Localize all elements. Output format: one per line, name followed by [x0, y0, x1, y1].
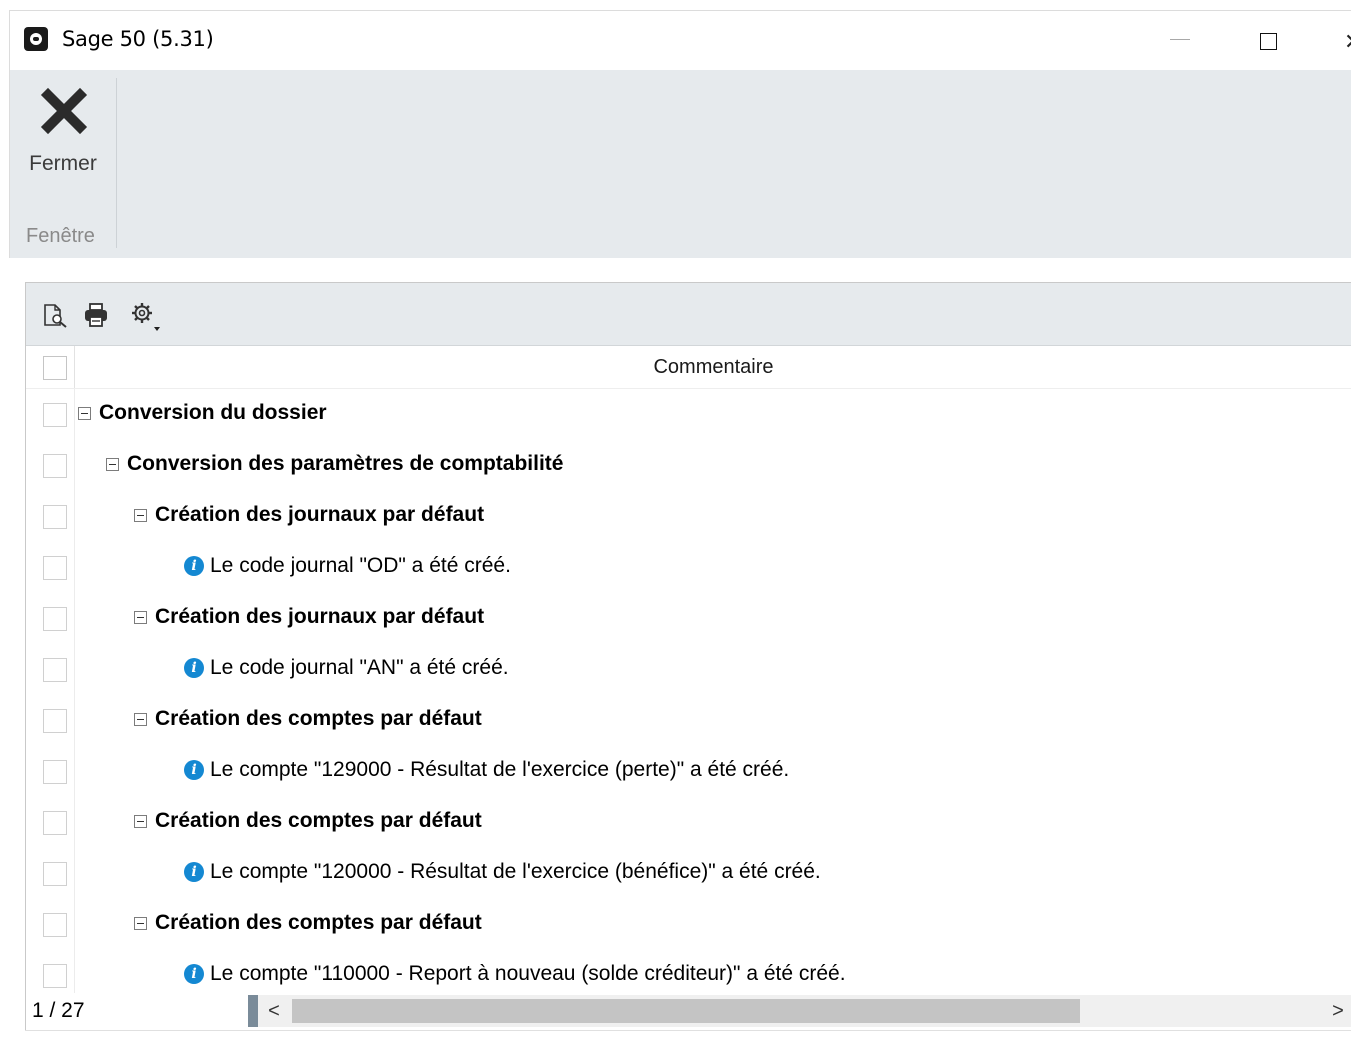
column-divider	[74, 593, 75, 644]
group-title: Conversion des paramètres de comptabilit…	[127, 452, 564, 475]
group-title: Conversion du dossier	[99, 401, 327, 424]
collapse-toggle-icon[interactable]	[134, 815, 147, 828]
maximize-icon[interactable]	[1260, 33, 1277, 50]
row-checkbox[interactable]	[43, 913, 67, 937]
horizontal-scrollbar[interactable]: < >	[258, 995, 1351, 1027]
tree-info-row[interactable]: i Le compte "110000 - Report à nouveau (s…	[26, 950, 1351, 993]
close-icon[interactable]: ✕	[1344, 29, 1351, 55]
counter-edge	[248, 995, 258, 1027]
minimize-icon[interactable]	[1170, 39, 1190, 40]
grid-header-row: Commentaire	[26, 346, 1351, 389]
log-message: Le code journal "AN" a été créé.	[210, 656, 509, 679]
group-title: Création des comptes par défaut	[155, 809, 482, 832]
tree-group-row[interactable]: Conversion du dossier	[26, 389, 1351, 440]
tree-group-row[interactable]: Conversion des paramètres de comptabilit…	[26, 440, 1351, 491]
row-checkbox[interactable]	[43, 454, 67, 478]
column-divider	[74, 899, 75, 950]
info-icon: i	[184, 556, 204, 576]
tree-group-row[interactable]: Création des journaux par défaut	[26, 593, 1351, 644]
row-checkbox[interactable]	[43, 505, 67, 529]
column-divider	[74, 746, 75, 797]
row-checkbox[interactable]	[43, 403, 67, 427]
grid-toolbar	[26, 283, 1351, 346]
collapse-toggle-icon[interactable]	[134, 509, 147, 522]
close-x-icon	[40, 87, 88, 135]
print-preview-icon[interactable]	[42, 303, 70, 329]
log-grid-panel: Commentaire Conversion du dossier Convers…	[25, 282, 1351, 1031]
row-checkbox[interactable]	[43, 556, 67, 580]
tree-info-row[interactable]: i Le compte "129000 - Résultat de l'exerc…	[26, 746, 1351, 797]
column-divider	[74, 491, 75, 542]
group-title: Création des comptes par défaut	[155, 707, 482, 730]
column-divider	[74, 389, 75, 440]
select-all-checkbox[interactable]	[43, 356, 67, 380]
sage-logo-icon	[24, 27, 48, 51]
collapse-toggle-icon[interactable]	[134, 917, 147, 930]
row-checkbox[interactable]	[43, 658, 67, 682]
group-title: Création des comptes par défaut	[155, 911, 482, 934]
window-title: Sage 50 (5.31)	[62, 27, 214, 51]
ribbon-separator	[116, 78, 117, 248]
tree-info-row[interactable]: i Le code journal "OD" a été créé.	[26, 542, 1351, 593]
scroll-right-arrow[interactable]: >	[1324, 995, 1351, 1027]
column-divider	[74, 542, 75, 593]
row-checkbox[interactable]	[43, 964, 67, 988]
scroll-left-arrow[interactable]: <	[258, 995, 290, 1027]
bottom-border	[25, 1030, 1351, 1031]
tree-group-row[interactable]: Création des comptes par défaut	[26, 797, 1351, 848]
close-window-button[interactable]: Fermer	[10, 70, 116, 200]
column-divider	[74, 644, 75, 695]
info-icon: i	[184, 658, 204, 678]
info-icon: i	[184, 862, 204, 882]
grid-rows: Conversion du dossier Conversion des para…	[26, 389, 1351, 993]
dropdown-arrow-icon	[154, 327, 160, 331]
collapse-toggle-icon[interactable]	[78, 407, 91, 420]
log-message: Le code journal "OD" a été créé.	[210, 554, 511, 577]
tree-group-row[interactable]: Création des journaux par défaut	[26, 491, 1351, 542]
column-divider	[74, 797, 75, 848]
group-title: Création des journaux par défaut	[155, 503, 485, 526]
log-message: Le compte "120000 - Résultat de l'exerci…	[210, 860, 821, 883]
record-counter: 1 / 27	[32, 999, 85, 1022]
tree-group-row[interactable]: Création des comptes par défaut	[26, 695, 1351, 746]
collapse-toggle-icon[interactable]	[134, 611, 147, 624]
info-icon: i	[184, 760, 204, 780]
ribbon-group-label: Fenêtre	[26, 225, 95, 247]
close-button-label: Fermer	[29, 152, 97, 175]
scroll-thumb[interactable]	[292, 999, 1080, 1023]
collapse-toggle-icon[interactable]	[134, 713, 147, 726]
info-icon: i	[184, 964, 204, 984]
collapse-toggle-icon[interactable]	[106, 458, 119, 471]
column-divider	[74, 848, 75, 899]
row-checkbox[interactable]	[43, 607, 67, 631]
tree-group-row[interactable]: Création des comptes par défaut	[26, 899, 1351, 950]
group-title: Création des journaux par défaut	[155, 605, 485, 628]
row-checkbox[interactable]	[43, 862, 67, 886]
print-icon[interactable]	[82, 301, 110, 329]
settings-gear-icon[interactable]	[130, 301, 162, 335]
log-message: Le compte "129000 - Résultat de l'exerci…	[210, 758, 790, 781]
ribbon: Fermer Fenêtre	[9, 70, 1351, 258]
tree-info-row[interactable]: i Le code journal "AN" a été créé.	[26, 644, 1351, 695]
log-message: Le compte "110000 - Report à nouveau (so…	[210, 962, 846, 985]
row-checkbox[interactable]	[43, 811, 67, 835]
grid-status-bar: 1 / 27 < >	[26, 993, 1351, 1031]
column-divider	[74, 695, 75, 746]
column-divider	[74, 950, 75, 993]
column-divider	[74, 440, 75, 491]
column-header-commentaire[interactable]: Commentaire	[75, 356, 1351, 379]
tree-info-row[interactable]: i Le compte "120000 - Résultat de l'exerc…	[26, 848, 1351, 899]
row-checkbox[interactable]	[43, 760, 67, 784]
row-checkbox[interactable]	[43, 709, 67, 733]
window-titlebar: Sage 50 (5.31) ✕	[9, 10, 1351, 71]
